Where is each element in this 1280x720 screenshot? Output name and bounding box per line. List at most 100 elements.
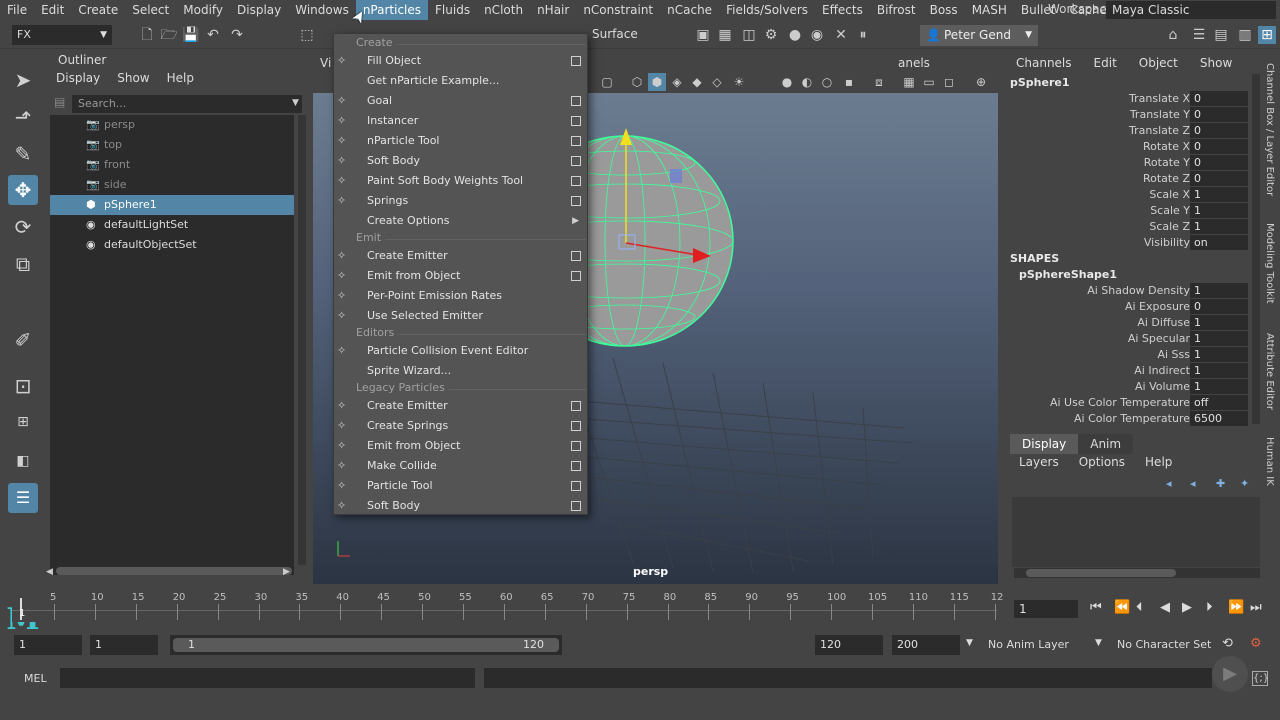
move-layer-up-icon[interactable]: ◂ xyxy=(1166,477,1172,490)
channel-label[interactable]: Ai Specular xyxy=(1128,331,1190,347)
channel-row[interactable]: Scale Z1 xyxy=(1010,219,1250,235)
chevron-down-icon[interactable]: ▼ xyxy=(292,98,299,108)
new-layer-selected-icon[interactable]: ✦ xyxy=(1240,477,1249,490)
move-layer-down-icon[interactable]: ◂ xyxy=(1190,477,1196,490)
scroll-left-icon[interactable]: ◀ xyxy=(46,567,53,577)
command-language-toggle[interactable]: MEL xyxy=(24,672,47,685)
option-box-icon[interactable] xyxy=(571,116,581,126)
grid-toggle-icon[interactable]: ▦ xyxy=(900,73,918,91)
channel-row[interactable]: Translate Y0 xyxy=(1010,107,1250,123)
move-tool-icon[interactable]: ✥ xyxy=(8,175,38,205)
channel-value-field[interactable]: 1 xyxy=(1190,219,1248,234)
render-view-icon[interactable]: ▣ xyxy=(694,26,712,44)
channel-value-field[interactable]: 1 xyxy=(1190,315,1248,330)
lasso-tool-icon[interactable]: ⬏ xyxy=(8,102,38,132)
save-scene-icon[interactable]: 💾 xyxy=(182,26,200,44)
menu-item-make-collide[interactable]: ✧ Make Collide xyxy=(334,456,587,476)
stop-render-icon[interactable]: ✕ xyxy=(832,26,850,44)
step-forward-key-icon[interactable]: ⏵ xyxy=(1206,600,1213,615)
menu-item-create-emitter[interactable]: ✧ Create Emitter xyxy=(334,246,587,266)
open-scene-icon[interactable]: 🗁 xyxy=(160,26,178,44)
chevron-down-icon[interactable]: ▼ xyxy=(966,638,973,648)
tool-settings-icon[interactable]: ▤ xyxy=(1212,26,1230,44)
option-box-icon[interactable] xyxy=(571,401,581,411)
resolution-gate-icon[interactable]: ◻ xyxy=(940,73,958,91)
menu-item-goal[interactable]: ✧ Goal xyxy=(334,91,587,111)
modeling-toolkit-icon[interactable]: ⌂ xyxy=(1164,26,1182,44)
menu-item-emit-from-object[interactable]: ✧ Emit from Object xyxy=(334,436,587,456)
option-box-icon[interactable] xyxy=(571,96,581,106)
viewport-menu-panels[interactable]: anels xyxy=(898,56,930,70)
channel-value-field[interactable]: off xyxy=(1190,395,1248,410)
menu-item-get-nparticle-example[interactable]: Get nParticle Example... xyxy=(334,71,587,91)
menu-modify[interactable]: Modify xyxy=(176,0,230,20)
channel-value-field[interactable]: 0 xyxy=(1190,139,1248,154)
option-box-icon[interactable] xyxy=(571,421,581,431)
redo-icon[interactable]: ↷ xyxy=(228,26,246,44)
option-box-icon[interactable] xyxy=(571,176,581,186)
motion-blur-icon[interactable]: ○ xyxy=(818,73,836,91)
scale-tool-icon[interactable]: ⧉ xyxy=(8,249,38,279)
channel-label[interactable]: Ai Sss xyxy=(1157,347,1190,363)
outliner-item[interactable]: ◉ defaultObjectSet xyxy=(50,235,294,255)
channel-label[interactable]: Scale Z xyxy=(1149,219,1190,235)
outliner-layout-icon[interactable]: ☰ xyxy=(8,483,38,513)
channel-value-field[interactable]: 1 xyxy=(1190,363,1248,378)
tab-anim[interactable]: Anim xyxy=(1078,434,1134,454)
channel-row[interactable]: Translate Z0 xyxy=(1010,123,1250,139)
textured-icon[interactable]: ◆ xyxy=(688,73,706,91)
animation-end-field[interactable]: 200 xyxy=(892,635,960,655)
side-tab-human-ik[interactable]: Human IK xyxy=(1264,437,1275,486)
menu-item-particle-collision-event-editor[interactable]: ✧ Particle Collision Event Editor xyxy=(334,341,587,361)
shadows-icon[interactable]: ● xyxy=(778,73,796,91)
channel-row[interactable]: Translate X0 xyxy=(1010,91,1250,107)
scroll-thumb[interactable] xyxy=(1026,569,1176,577)
play-backwards-icon[interactable]: ◀ xyxy=(1160,600,1170,615)
channel-label[interactable]: Ai Volume xyxy=(1135,379,1190,395)
attribute-editor-icon[interactable]: ☰ xyxy=(1190,26,1208,44)
ipr-render-icon[interactable]: ◫ xyxy=(740,26,758,44)
outliner-item[interactable]: 📷 top xyxy=(50,135,294,155)
channel-row[interactable]: Ai Specular 1 xyxy=(1010,331,1250,347)
menu-item-emit-from-object[interactable]: ✧ Emit from Object xyxy=(334,266,587,286)
menuset-select[interactable]: FX ▼ xyxy=(12,25,112,45)
channel-row[interactable]: Ai Use Color Temperature off xyxy=(1010,395,1250,411)
command-input[interactable] xyxy=(60,668,475,688)
paint-select-tool-icon[interactable]: ✎ xyxy=(8,139,38,169)
layer-menu-options[interactable]: Options xyxy=(1079,455,1125,469)
workspace-select[interactable]: Maya Classic xyxy=(1106,1,1276,19)
current-frame-field[interactable]: 1 xyxy=(1014,600,1078,618)
outliner-search-input[interactable]: Search... xyxy=(72,95,302,113)
channelbox-menu-object[interactable]: Object xyxy=(1139,53,1178,73)
channel-label[interactable]: Translate Z xyxy=(1129,123,1190,139)
option-box-icon[interactable] xyxy=(571,441,581,451)
side-tab-attribute-editor[interactable]: Attribute Editor xyxy=(1264,333,1275,410)
outliner-item[interactable]: 📷 front xyxy=(50,155,294,175)
play-forwards-icon[interactable]: ▶ xyxy=(1182,600,1192,615)
menu-item-instancer[interactable]: ✧ Instancer xyxy=(334,111,587,131)
go-to-end-icon[interactable]: ⏭ xyxy=(1250,600,1262,615)
menu-item-use-selected-emitter[interactable]: ✧ Use Selected Emitter xyxy=(334,306,587,326)
channelbox-menu-show[interactable]: Show xyxy=(1200,53,1232,73)
side-tab-modeling-toolkit[interactable]: Modeling Toolkit xyxy=(1264,223,1275,304)
outliner-item[interactable]: ⬢ pSphere1 xyxy=(50,195,294,215)
layout-two-view-icon[interactable]: ◧ xyxy=(8,446,38,476)
option-box-icon[interactable] xyxy=(571,136,581,146)
script-editor-icon[interactable]: {;} xyxy=(1252,671,1269,686)
camera-attributes-icon[interactable]: ⊕ xyxy=(972,73,990,91)
arnold-icon[interactable]: ◉ xyxy=(808,26,826,44)
channel-row[interactable]: Ai Diffuse 1 xyxy=(1010,315,1250,331)
channel-value-field[interactable]: 0 xyxy=(1190,299,1248,314)
channel-value-field[interactable]: 0 xyxy=(1190,171,1248,186)
menu-item-create-options[interactable]: Create Options ▶ xyxy=(334,211,587,231)
new-scene-icon[interactable]: 🗋 xyxy=(138,26,156,44)
channel-value-field[interactable]: 6500 xyxy=(1190,411,1248,426)
undo-icon[interactable]: ↶ xyxy=(204,26,222,44)
channel-value-field[interactable]: 0 xyxy=(1190,155,1248,170)
select-tool-icon[interactable]: ➤ xyxy=(8,65,38,95)
menu-file[interactable]: File xyxy=(0,0,34,20)
channel-label[interactable]: Ai Use Color Temperature xyxy=(1050,395,1190,411)
new-layer-icon[interactable]: ✚ xyxy=(1216,477,1225,490)
scroll-right-icon[interactable]: ▶ xyxy=(283,567,290,577)
option-box-icon[interactable] xyxy=(571,271,581,281)
